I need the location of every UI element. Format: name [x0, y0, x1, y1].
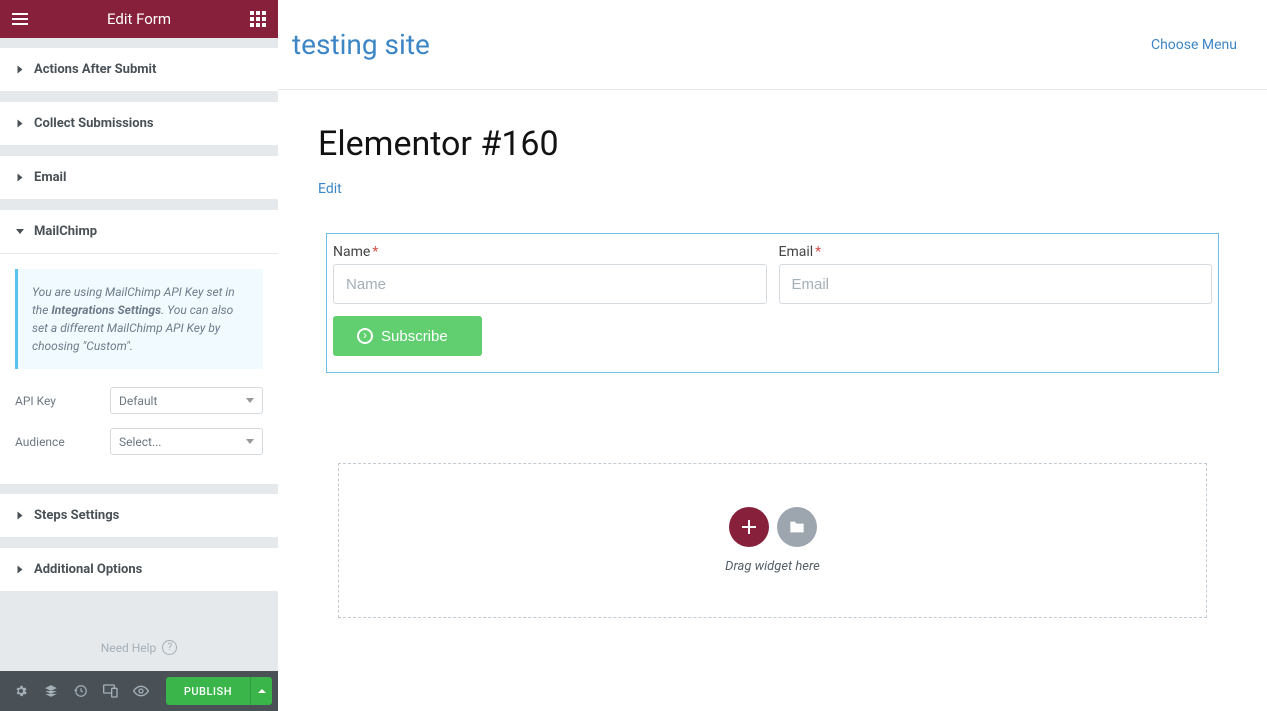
chevron-right-icon [18, 120, 23, 128]
section-label: MailChimp [34, 224, 97, 239]
section-label: Steps Settings [34, 508, 119, 523]
page-title: Elementor #160 [318, 124, 1227, 164]
subscribe-button[interactable]: Subscribe [333, 316, 482, 356]
email-input[interactable] [779, 264, 1213, 304]
form-widget[interactable]: Name* Email* Subscribe [326, 233, 1219, 373]
drop-zone[interactable]: Drag widget here [338, 463, 1207, 618]
section-label: Actions After Submit [34, 62, 156, 77]
chevron-right-icon [18, 174, 23, 182]
editor-canvas: testing site Choose Menu Elementor #160 … [278, 0, 1267, 711]
sidebar-footer: PUBLISH [0, 671, 278, 711]
page-header: Elementor #160 Edit [278, 90, 1267, 197]
add-section-button[interactable] [729, 507, 769, 547]
section-email[interactable]: Email [0, 156, 278, 200]
name-label: Name* [333, 244, 767, 260]
chevron-down-icon [246, 398, 254, 403]
menu-icon[interactable] [10, 9, 30, 29]
chevron-down-icon [16, 229, 24, 234]
chevron-up-icon [258, 689, 266, 693]
publish-button-group: PUBLISH [166, 677, 272, 705]
navigator-icon[interactable] [36, 671, 66, 711]
apikey-row: API Key Default [15, 387, 263, 414]
template-library-button[interactable] [777, 507, 817, 547]
apikey-label: API Key [15, 394, 110, 408]
dropzone-text: Drag widget here [725, 559, 820, 574]
section-additional-options[interactable]: Additional Options [0, 548, 278, 592]
audience-label: Audience [15, 435, 110, 449]
responsive-icon[interactable] [96, 671, 126, 711]
section-mailchimp[interactable]: MailChimp [0, 210, 278, 254]
section-label: Collect Submissions [34, 116, 154, 131]
section-actions-after-submit[interactable]: Actions After Submit [0, 48, 278, 92]
section-steps-settings[interactable]: Steps Settings [0, 494, 278, 538]
audience-row: Audience Select... [15, 428, 263, 455]
sidebar-title: Edit Form [107, 10, 171, 28]
required-mark: * [372, 244, 378, 260]
history-icon[interactable] [66, 671, 96, 711]
editor-sidebar: Edit Form Actions After Submit Collect S… [0, 0, 278, 711]
site-header: testing site Choose Menu [278, 0, 1267, 90]
section-collect-submissions[interactable]: Collect Submissions [0, 102, 278, 146]
mailchimp-info: You are using MailChimp API Key set in t… [15, 269, 263, 369]
chevron-right-icon [18, 512, 23, 520]
section-label: Email [34, 170, 66, 185]
name-input[interactable] [333, 264, 767, 304]
publish-options-button[interactable] [250, 677, 272, 705]
submit-icon [357, 328, 373, 344]
widgets-grid-icon[interactable] [248, 9, 268, 29]
chevron-right-icon [18, 66, 23, 74]
site-title[interactable]: testing site [292, 28, 430, 61]
help-icon: ? [162, 640, 177, 655]
edit-link[interactable]: Edit [318, 181, 342, 197]
name-field: Name* [327, 244, 773, 304]
settings-icon[interactable] [6, 671, 36, 711]
publish-button[interactable]: PUBLISH [166, 677, 250, 705]
apikey-value: Default [119, 394, 157, 408]
required-mark: * [815, 244, 821, 260]
section-label: Additional Options [34, 562, 142, 577]
audience-value: Select... [119, 435, 161, 449]
chevron-down-icon [246, 439, 254, 444]
apikey-select[interactable]: Default [110, 387, 263, 414]
audience-select[interactable]: Select... [110, 428, 263, 455]
chevron-right-icon [18, 566, 23, 574]
email-field: Email* [773, 244, 1219, 304]
sidebar-panel: Actions After Submit Collect Submissions… [0, 38, 278, 671]
mailchimp-content: You are using MailChimp API Key set in t… [0, 254, 278, 484]
dropzone-buttons [729, 507, 817, 547]
preview-icon[interactable] [126, 671, 156, 711]
email-label: Email* [779, 244, 1213, 260]
need-help[interactable]: Need Help ? [0, 592, 278, 671]
sidebar-header: Edit Form [0, 0, 278, 38]
choose-menu-link[interactable]: Choose Menu [1151, 37, 1237, 53]
